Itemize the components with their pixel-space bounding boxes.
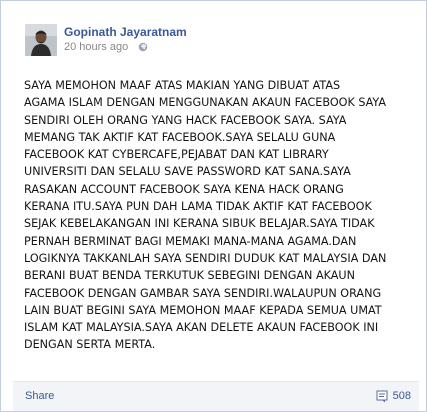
author-name[interactable]: Gopinath Jayaratnam <box>64 25 187 39</box>
message-line: AGAMA ISLAM DENGAN MENGGUNAKAN AKAUN FAC… <box>24 96 387 110</box>
share-link[interactable]: Share <box>25 390 54 402</box>
message-line: ISLAM KAT MALAYSIA.SAYA AKAN DELETE AKAU… <box>24 321 379 335</box>
message-line: FACEBOOK DENGAN GAMBAR SAYA SENDIRI.WALA… <box>24 286 382 300</box>
message-line: KERANA ITU.SAYA PUN DAH LAMA TIDAK AKTIF… <box>24 200 372 214</box>
comment-count: 508 <box>392 390 411 402</box>
post-footer: Share 508 <box>13 381 419 411</box>
message-line: UNIVERSITI DAN SELALU SAVE PASSWORD KAT … <box>24 165 351 179</box>
post-header: Gopinath Jayaratnam 20 hours ago <box>1 1 426 63</box>
globe-icon <box>138 42 148 52</box>
comment-icon <box>376 390 388 402</box>
message-line: SEJAK KEBELAKANGAN INI KERANA SIBUK BELA… <box>24 217 375 231</box>
post-card: Gopinath Jayaratnam 20 hours ago SAYA ME… <box>0 0 427 412</box>
message-line: RASAKAN ACCOUNT FACEBOOK SAYA KENA HACK … <box>24 182 344 196</box>
post-message: SAYA MEMOHON MAAF ATAS MAKIAN YANG DIBUA… <box>24 77 414 354</box>
message-line: DENGAN SERTA MERTA. <box>24 338 156 352</box>
avatar[interactable] <box>25 24 57 56</box>
comment-count-button[interactable]: 508 <box>376 389 411 403</box>
message-line: LAIN BUAT BEGINI SAYA MEMOHON MAAF KEPAD… <box>24 303 382 317</box>
message-line: SENDIRI OLEH ORANG YANG HACK FACEBOOK SA… <box>24 113 347 127</box>
message-line: LOGIKNYA TAKKANLAH SAYA SENDIRI DUDUK KA… <box>24 251 387 265</box>
message-line: MEMANG TAK AKTIF KAT FACEBOOK.SAYA SELAL… <box>24 130 336 144</box>
message-line: BERANI BUAT BENDA TERKUTUK SEBEGINI DENG… <box>24 269 355 283</box>
message-line: SAYA MEMOHON MAAF ATAS MAKIAN YANG DIBUA… <box>24 79 341 92</box>
avatar-image <box>25 24 57 56</box>
message-line: FACEBOOK KAT CYBERCAFE,PEJABAT DAN KAT L… <box>24 148 329 162</box>
post-timestamp[interactable]: 20 hours ago <box>64 41 128 53</box>
message-line: PERNAH BERMINAT BAGI MEMAKI MANA-MANA AG… <box>24 234 357 248</box>
